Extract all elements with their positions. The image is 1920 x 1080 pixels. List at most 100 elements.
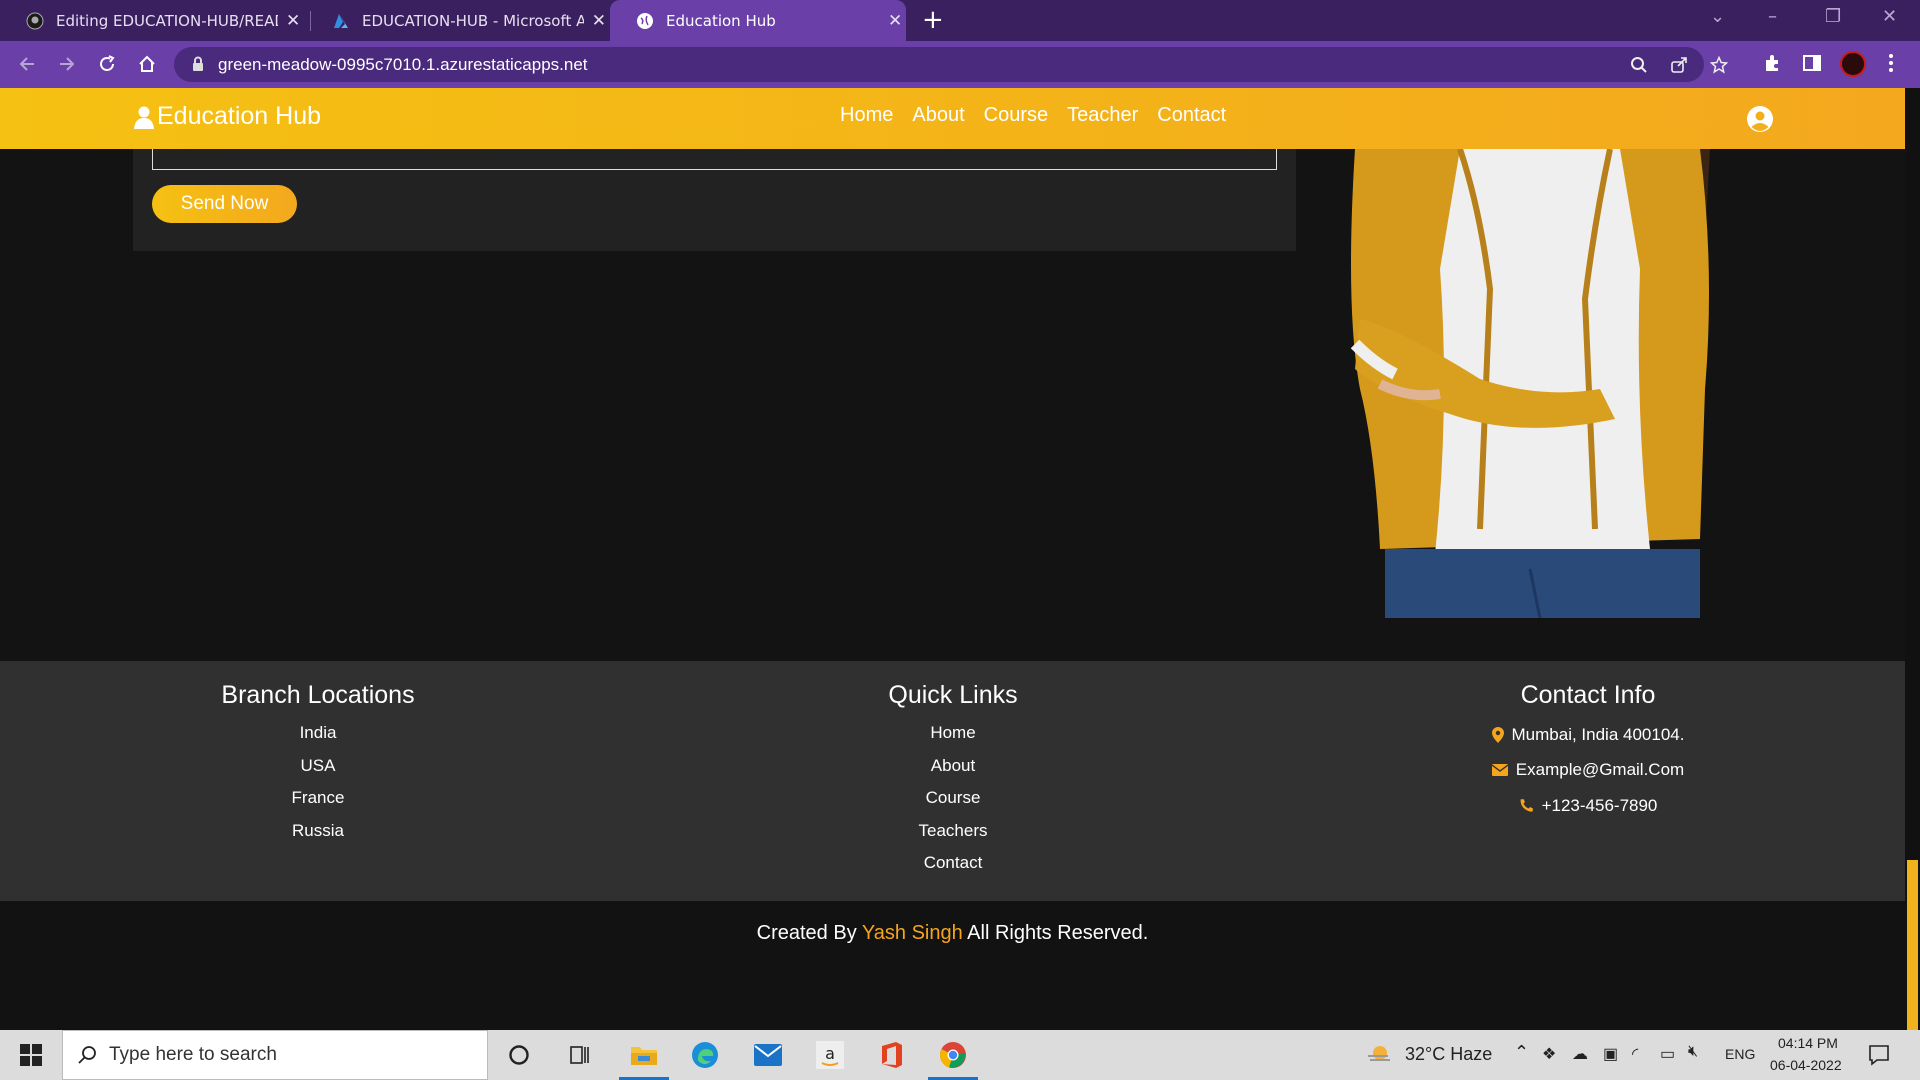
nav-home[interactable]: Home (840, 104, 893, 127)
nav-contact[interactable]: Contact (1157, 104, 1226, 127)
message-textarea[interactable] (152, 149, 1277, 170)
footer-heading: Branch Locations (221, 681, 415, 709)
branch-link[interactable]: India (118, 717, 518, 750)
clock-time[interactable]: 04:14 PM (1778, 1035, 1838, 1051)
windows-start-icon[interactable] (14, 1038, 48, 1072)
quick-link[interactable]: Home (753, 717, 1153, 750)
github-icon (26, 12, 44, 30)
wifi-icon[interactable]: ◜ (1632, 1044, 1638, 1064)
clock-date[interactable]: 06-04-2022 (1770, 1057, 1842, 1073)
dropbox-icon[interactable]: ❖ (1542, 1044, 1556, 1064)
forward-button[interactable] (54, 51, 80, 77)
branch-link[interactable]: France (118, 782, 518, 815)
tab-search-icon[interactable]: ⌄ (1710, 6, 1725, 27)
contact-email[interactable]: Example@Gmail.Com (1388, 753, 1788, 789)
main-nav: Home About Course Teacher Contact (840, 104, 1245, 127)
contact-phone[interactable]: +123-456-7890 (1388, 788, 1788, 824)
home-button[interactable] (134, 51, 160, 77)
close-icon[interactable]: ✕ (888, 11, 902, 31)
nav-course[interactable]: Course (984, 104, 1048, 127)
address-text: Mumbai, India 400104. (1511, 724, 1685, 744)
teacher-photo (1350, 149, 1710, 618)
cortana-icon[interactable] (502, 1038, 536, 1072)
zoom-icon[interactable] (1630, 56, 1648, 78)
cloud-icon[interactable]: ☁ (1572, 1044, 1588, 1064)
branch-link[interactable]: Russia (118, 815, 518, 848)
envelope-icon (1491, 764, 1508, 777)
file-explorer-icon[interactable] (627, 1038, 661, 1072)
restore-button[interactable]: ❐ (1825, 6, 1841, 27)
quick-link[interactable]: Course (753, 782, 1153, 815)
bookmark-star-icon[interactable] (1709, 55, 1729, 78)
extensions-icon[interactable] (1762, 53, 1782, 77)
globe-icon (636, 12, 654, 30)
back-button[interactable] (14, 51, 40, 77)
tab-title: EDUCATION-HUB - Microsoft Azure (362, 11, 584, 30)
site-footer: Branch Locations India USA France Russia… (0, 661, 1905, 901)
tab-title: Editing EDUCATION-HUB/README (56, 11, 278, 30)
chrome-icon[interactable] (936, 1038, 970, 1072)
map-marker-icon (1491, 726, 1504, 743)
credit-prefix: Created By (756, 922, 857, 944)
tab-education-hub[interactable]: Education Hub ✕ (610, 0, 906, 41)
contact-info: Contact Info Mumbai, India 400104. Examp… (1388, 661, 1788, 824)
quick-links: Quick Links Home About Course Teachers C… (753, 661, 1153, 880)
quick-link[interactable]: About (753, 750, 1153, 783)
nav-teacher[interactable]: Teacher (1067, 104, 1138, 127)
profile-avatar[interactable] (1840, 51, 1866, 77)
weather-text[interactable]: 32°C Haze (1405, 1044, 1492, 1065)
contact-form-card: Send Now (133, 149, 1296, 251)
phone-icon (1520, 799, 1533, 812)
close-icon[interactable]: ✕ (286, 11, 300, 31)
weather-haze-icon[interactable] (1366, 1042, 1392, 1070)
search-icon (77, 1045, 97, 1069)
task-view-icon[interactable] (563, 1038, 597, 1072)
notification-icon[interactable] (1868, 1044, 1890, 1070)
device-icon[interactable]: ▣ (1603, 1044, 1618, 1064)
browser-tabstrip: Editing EDUCATION-HUB/README ✕ EDUCATION… (0, 0, 1920, 41)
reload-button[interactable] (94, 51, 120, 77)
footer-heading: Contact Info (1520, 681, 1656, 709)
language-indicator[interactable]: ENG (1725, 1046, 1755, 1062)
phone-text: +123-456-7890 (1541, 795, 1658, 815)
url-text: green-meadow-0995c7010.1.azurestaticapps… (218, 55, 588, 74)
minimize-button[interactable]: – (1768, 6, 1777, 27)
teacher-logo-icon (134, 106, 154, 129)
chevron-up-icon[interactable]: ⌃ (1514, 1042, 1529, 1063)
search-placeholder: Type here to search (109, 1044, 277, 1065)
tab-github[interactable]: Editing EDUCATION-HUB/README ✕ (0, 0, 305, 41)
mail-icon[interactable] (751, 1038, 785, 1072)
amazon-icon[interactable]: a (813, 1038, 847, 1072)
site-header: Education Hub Home About Course Teacher … (0, 88, 1905, 149)
site-logo-text: Education Hub (157, 102, 322, 130)
contact-address: Mumbai, India 400104. (1388, 717, 1788, 753)
office-icon[interactable] (875, 1038, 909, 1072)
lock-icon[interactable] (192, 56, 204, 76)
close-icon[interactable]: ✕ (592, 11, 606, 31)
send-now-button[interactable]: Send Now (152, 185, 297, 223)
battery-icon[interactable]: ▭ (1660, 1044, 1675, 1064)
share-icon[interactable] (1670, 56, 1688, 78)
address-bar[interactable]: green-meadow-0995c7010.1.azurestaticapps… (174, 47, 1729, 82)
edge-icon[interactable] (688, 1038, 722, 1072)
branch-link[interactable]: USA (118, 750, 518, 783)
scrollbar-thumb[interactable] (1907, 860, 1918, 1030)
footer-heading: Quick Links (888, 681, 1018, 709)
site-logo[interactable]: Education Hub (133, 102, 321, 131)
menu-kebab-icon[interactable] (1888, 53, 1894, 77)
taskbar-search[interactable]: Type here to search (62, 1030, 488, 1080)
quick-link[interactable]: Contact (753, 847, 1153, 880)
speaker-muted-icon[interactable]: 🔇︎ (1688, 1043, 1698, 1061)
nav-about[interactable]: About (912, 104, 964, 127)
credit-suffix: All Rights Reserved. (967, 922, 1149, 944)
azure-icon (332, 12, 350, 30)
close-window-button[interactable]: ✕ (1882, 6, 1897, 27)
user-icon[interactable] (1746, 105, 1774, 137)
tab-azure[interactable]: EDUCATION-HUB - Microsoft Azure ✕ (306, 0, 606, 41)
quick-link[interactable]: Teachers (753, 815, 1153, 848)
new-tab-button[interactable]: + (922, 6, 944, 34)
side-panel-icon[interactable] (1802, 53, 1822, 77)
svg-text:a: a (825, 1044, 835, 1063)
tab-title: Education Hub (666, 11, 776, 30)
browser-toolbar: green-meadow-0995c7010.1.azurestaticapps… (0, 41, 1920, 88)
